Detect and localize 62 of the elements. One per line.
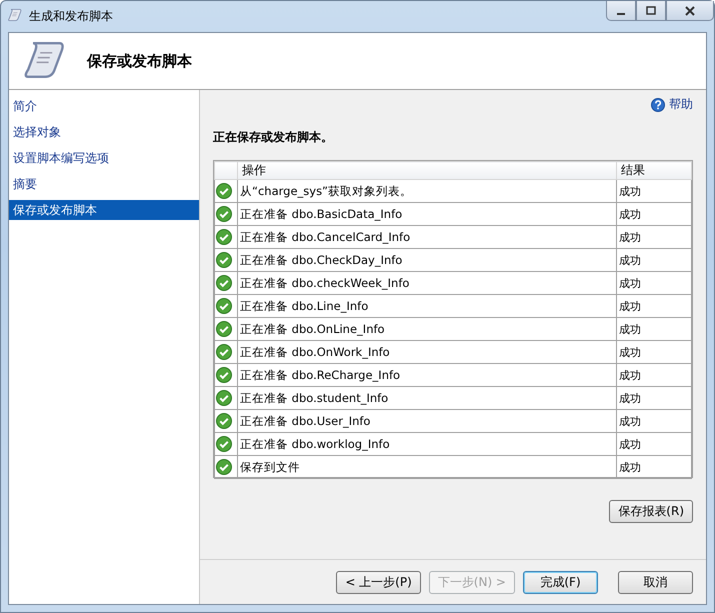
result-cell: 成功 — [616, 364, 692, 386]
action-cell: 正在准备 dbo.Line_Info — [238, 294, 616, 318]
success-check-icon — [216, 413, 232, 429]
sidebar-item[interactable]: 简介 — [9, 96, 199, 116]
success-check-icon — [216, 459, 232, 475]
sidebar-item[interactable]: 选择对象 — [9, 122, 199, 142]
sidebar-item[interactable]: 保存或发布脚本 — [9, 200, 199, 220]
action-cell: 正在准备 dbo.User_Info — [238, 410, 616, 432]
success-check-icon — [216, 390, 232, 406]
save-report-button[interactable]: 保存报表(R) — [609, 500, 693, 523]
cancel-button[interactable]: 取消 — [618, 570, 693, 594]
help-icon[interactable] — [651, 98, 665, 112]
result-cell: 成功 — [616, 294, 692, 318]
window-title: 生成和发布脚本 — [29, 8, 113, 24]
column-header: 结果 — [616, 162, 692, 180]
maximize-icon — [646, 6, 656, 16]
maximize-button[interactable] — [636, 1, 666, 21]
success-check-icon — [216, 206, 232, 222]
help-link[interactable]: 帮助 — [669, 96, 693, 113]
back-button[interactable]: < 上一步(P) — [336, 570, 421, 594]
action-cell: 正在准备 dbo.OnWork_Info — [238, 340, 616, 364]
success-check-icon — [216, 436, 232, 452]
result-cell: 成功 — [616, 456, 692, 478]
result-cell: 成功 — [616, 340, 692, 364]
success-check-icon — [216, 344, 232, 360]
success-check-icon — [216, 275, 232, 291]
column-header: 操作 — [238, 162, 616, 180]
sidebar-item[interactable]: 设置脚本编写选项 — [9, 148, 199, 168]
result-cell: 成功 — [616, 202, 692, 226]
finish-button[interactable]: 完成(F) — [523, 570, 598, 594]
success-check-icon — [216, 367, 232, 383]
action-cell: 正在准备 dbo.CheckDay_Info — [238, 248, 616, 272]
success-check-icon — [216, 183, 232, 199]
success-check-icon — [216, 321, 232, 337]
action-cell: 正在准备 dbo.checkWeek_Info — [238, 272, 616, 294]
minimize-icon — [617, 12, 625, 14]
success-check-icon — [216, 229, 232, 245]
result-cell: 成功 — [616, 386, 692, 410]
result-cell: 成功 — [616, 248, 692, 272]
action-cell: 正在准备 dbo.student_Info — [238, 386, 616, 410]
success-check-icon — [216, 252, 232, 268]
result-cell: 成功 — [616, 272, 692, 294]
action-cell: 正在准备 dbo.CancelCard_Info — [238, 226, 616, 248]
scroll-icon — [7, 6, 23, 22]
close-button[interactable] — [666, 1, 714, 21]
page-title: 保存或发布脚本 — [87, 52, 192, 70]
close-icon — [685, 6, 695, 16]
result-cell: 成功 — [616, 226, 692, 248]
action-cell: 保存到文件 — [238, 456, 616, 478]
action-cell: 正在准备 dbo.OnLine_Info — [238, 318, 616, 340]
result-cell: 成功 — [616, 180, 692, 202]
success-check-icon — [216, 298, 232, 314]
result-cell: 成功 — [616, 318, 692, 340]
action-cell: 正在准备 dbo.worklog_Info — [238, 432, 616, 456]
minimize-button[interactable] — [606, 1, 636, 21]
result-cell: 成功 — [616, 410, 692, 432]
result-cell: 成功 — [616, 432, 692, 456]
sidebar-item[interactable]: 摘要 — [9, 174, 199, 194]
action-cell: 从“charge_sys”获取对象列表。 — [238, 180, 616, 202]
action-cell: 正在准备 dbo.ReCharge_Info — [238, 364, 616, 386]
action-cell: 正在准备 dbo.BasicData_Info — [238, 202, 616, 226]
status-heading: 正在保存或发布脚本。 — [213, 129, 334, 146]
